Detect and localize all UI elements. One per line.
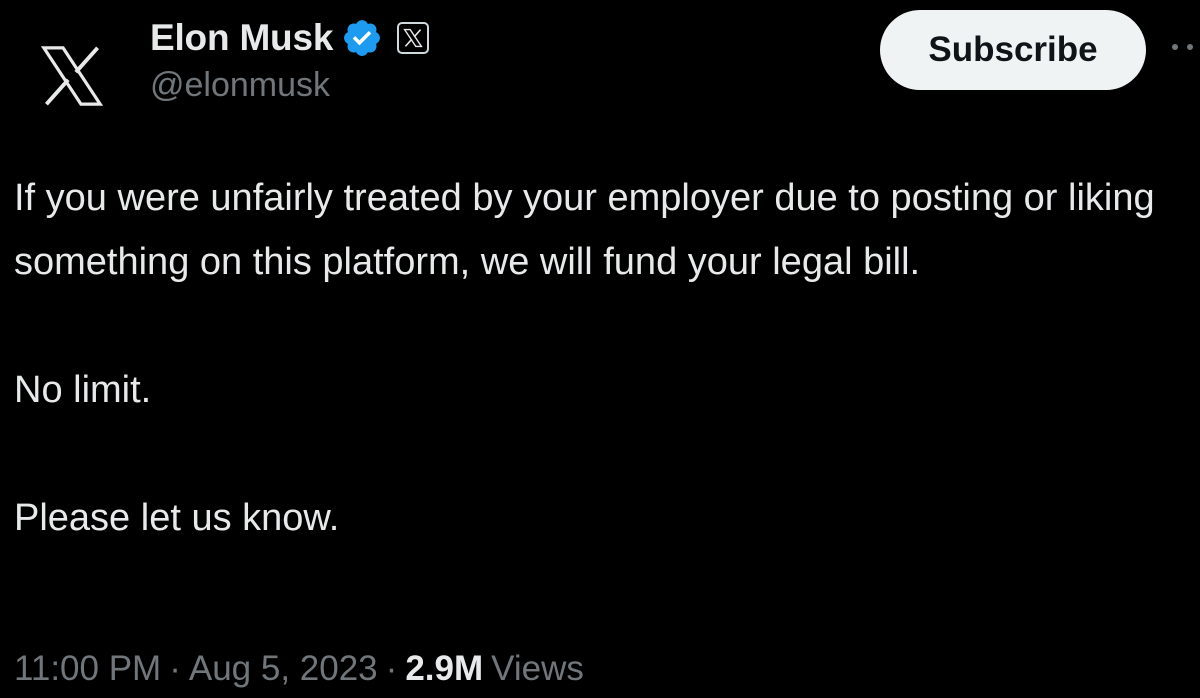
tweet-paragraph: No limit.	[14, 369, 152, 411]
x-logo-small-icon	[403, 28, 423, 48]
tweet-paragraph: If you were unfairly treated by your emp…	[14, 177, 1166, 283]
meta-separator: ·	[169, 649, 181, 688]
meta-separator: ·	[385, 649, 398, 688]
tweet-time[interactable]: 11:00 PM	[14, 649, 161, 688]
author-display-name[interactable]: Elon Musk	[150, 17, 333, 59]
more-dot	[1172, 44, 1178, 50]
tweet-card: Elon Musk @elonmusk Subscribe If you wer…	[0, 0, 1200, 698]
more-dot	[1187, 44, 1193, 50]
subscribe-button[interactable]: Subscribe	[880, 10, 1146, 90]
tweet-date[interactable]: Aug 5, 2023	[189, 649, 378, 688]
views-label[interactable]: Views	[491, 649, 584, 688]
views-count[interactable]: 2.9M	[405, 649, 483, 688]
tweet-paragraph: Please let us know.	[14, 497, 340, 539]
avatar[interactable]	[14, 18, 130, 134]
author-handle[interactable]: @elonmusk	[150, 66, 330, 105]
tweet-text: If you were unfairly treated by your emp…	[14, 166, 1200, 550]
x-affiliate-badge-icon[interactable]	[397, 22, 430, 54]
author-name-row: Elon Musk	[150, 12, 430, 64]
tweet-metadata: 11:00 PM · Aug 5, 2023 · 2.9M Views	[14, 640, 584, 698]
verified-badge-icon[interactable]	[341, 17, 383, 59]
x-logo-icon	[40, 46, 104, 106]
more-options-icon[interactable]	[1172, 40, 1200, 54]
